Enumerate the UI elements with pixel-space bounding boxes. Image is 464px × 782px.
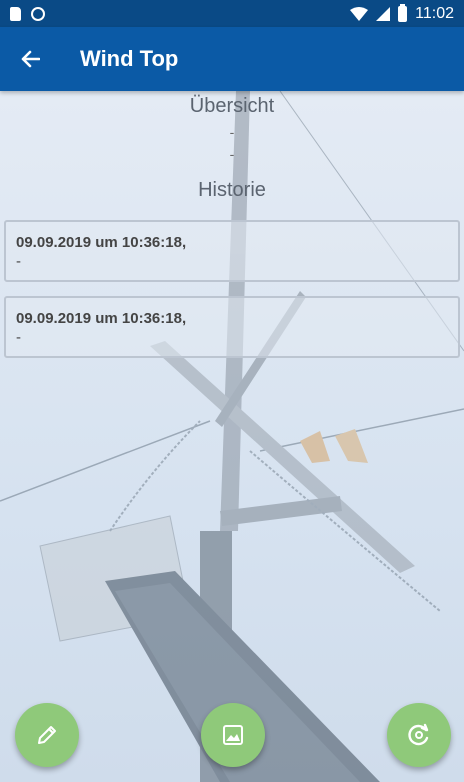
edit-button[interactable] [15, 703, 79, 767]
sd-card-icon [10, 6, 21, 21]
refresh-icon [408, 723, 429, 746]
history-entry-date: 09.09.2019 um 10:36:18, [16, 310, 187, 327]
status-bar: 11:02 [0, 0, 464, 27]
image-button[interactable] [201, 703, 265, 767]
battery-icon [398, 3, 408, 22]
overview-line-2: - [229, 146, 235, 162]
page-title: Wind Top [80, 46, 179, 71]
overview-line-1: - [229, 124, 235, 140]
overview-heading: Übersicht [189, 95, 275, 117]
history-entry[interactable]: 09.09.2019 um 10:36:18, - [4, 220, 460, 282]
image-icon [223, 725, 243, 745]
status-time: 11:02 [415, 4, 454, 22]
pencil-icon [38, 726, 56, 744]
arrow-back-icon [21, 50, 40, 68]
sync-icon [31, 6, 45, 21]
history-heading: Historie [198, 179, 266, 201]
history-entry[interactable]: 09.09.2019 um 10:36:18, - [4, 296, 460, 358]
history-entry-date: 09.09.2019 um 10:36:18, [16, 234, 187, 251]
history-entry-value: - [16, 329, 21, 346]
back-button[interactable] [0, 27, 60, 91]
signal-icon [376, 6, 391, 21]
wifi-icon [350, 6, 369, 21]
history-entry-value: - [16, 253, 21, 270]
refresh-button[interactable] [387, 703, 451, 767]
app-bar: Wind Top [0, 27, 464, 91]
